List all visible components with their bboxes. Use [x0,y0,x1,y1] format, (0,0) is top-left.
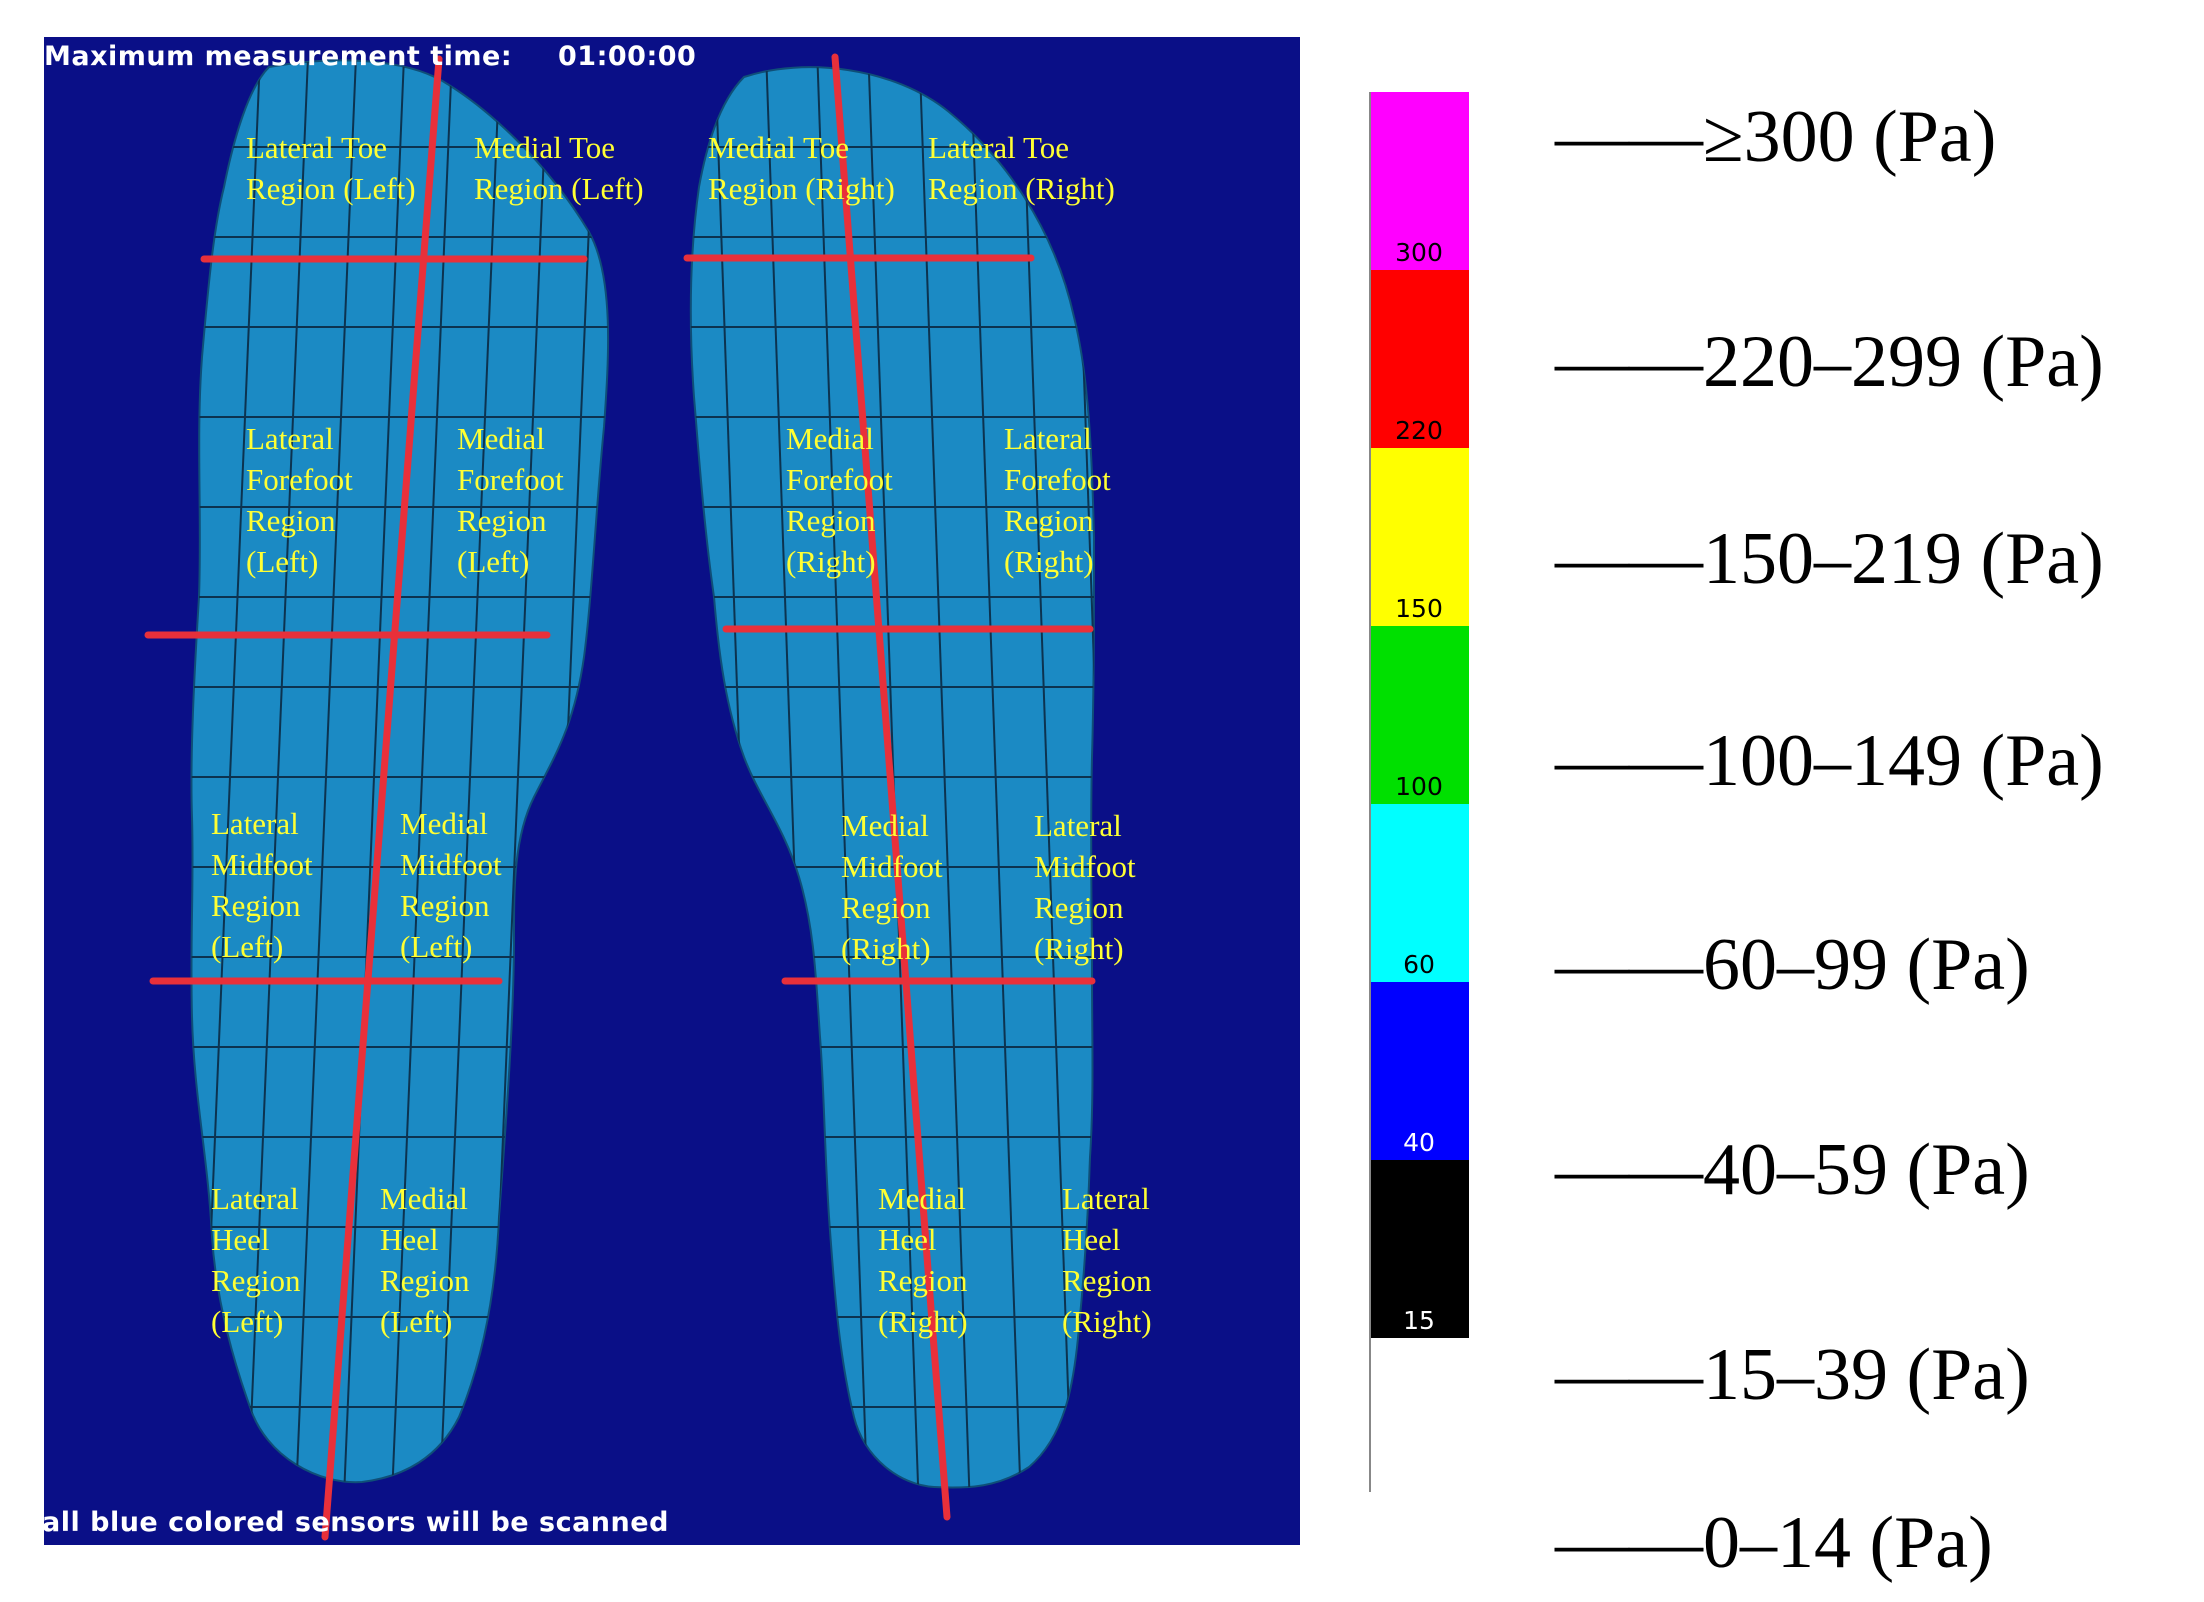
scale-tick-label: 150 [1395,594,1443,623]
label-left-medial-toe: Medial Toe Region (Left) [474,130,644,206]
scale-tick-label: 300 [1395,238,1443,267]
sensor-grid-column-line [104,57,164,1497]
label-left-lateral-midfoot: Lateral Midfoot Region (Left) [211,806,313,964]
legend-range-label: ——220–299 (Pa) [1555,321,2104,403]
scale-tick-label: 100 [1395,772,1443,801]
label-left-lateral-forefoot: Lateral Forefoot Region (Left) [246,421,353,579]
label-right-medial-forefoot: Medial Forefoot Region (Right) [786,421,893,579]
label-right-lateral-toe: Lateral Toe Region (Right) [928,130,1115,206]
label-left-medial-heel: Medial Heel Region (Left) [380,1181,470,1339]
label-right-lateral-heel: Lateral Heel Region (Right) [1062,1181,1152,1339]
footer-status-text: all blue colored sensors will be scanned [44,1507,669,1538]
max-measurement-time-label: Maximum measurement time: [44,41,513,72]
legend-range-label: ——60–99 (Pa) [1555,924,2030,1006]
label-right-medial-midfoot: Medial Midfoot Region (Right) [841,808,943,966]
label-right-medial-toe: Medial Toe Region (Right) [708,130,895,206]
label-left-medial-midfoot: Medial Midfoot Region (Left) [400,806,502,964]
scale-tick-label: 60 [1403,950,1435,979]
legend-range-label: ——150–219 (Pa) [1555,518,2104,600]
label-left-medial-forefoot: Medial Forefoot Region (Left) [457,421,564,579]
scale-tick-label: 15 [1403,1306,1435,1335]
legend-range-label: ——100–149 (Pa) [1555,720,2104,802]
scale-tick-label: 40 [1403,1128,1435,1157]
pressure-scanner-panel: Maximum measurement time: 01:00:00 all b… [44,37,1300,1545]
label-left-lateral-toe: Lateral Toe Region (Left) [246,130,416,206]
label-right-lateral-forefoot: Lateral Forefoot Region (Right) [1004,421,1111,579]
label-left-lateral-heel: Lateral Heel Region (Left) [211,1181,301,1339]
label-right-medial-heel: Medial Heel Region (Right) [878,1181,968,1339]
legend-range-label: ——15–39 (Pa) [1555,1334,2030,1416]
scale-segment [1369,1338,1469,1492]
scale-tick-label: 220 [1395,416,1443,445]
legend-range-label: ——0–14 (Pa) [1555,1502,1993,1584]
max-measurement-time-value: 01:00:00 [558,41,697,72]
left-foot-insole [104,55,610,1541]
legend-range-label: ——≥300 (Pa) [1555,96,1997,178]
scale-left-edge [1369,92,1371,1492]
legend-range-label: ——40–59 (Pa) [1555,1129,2030,1211]
label-right-lateral-midfoot: Lateral Midfoot Region (Right) [1034,808,1136,966]
pressure-color-scale: 300 220 150 100 60 40 15 [1369,92,1469,1492]
